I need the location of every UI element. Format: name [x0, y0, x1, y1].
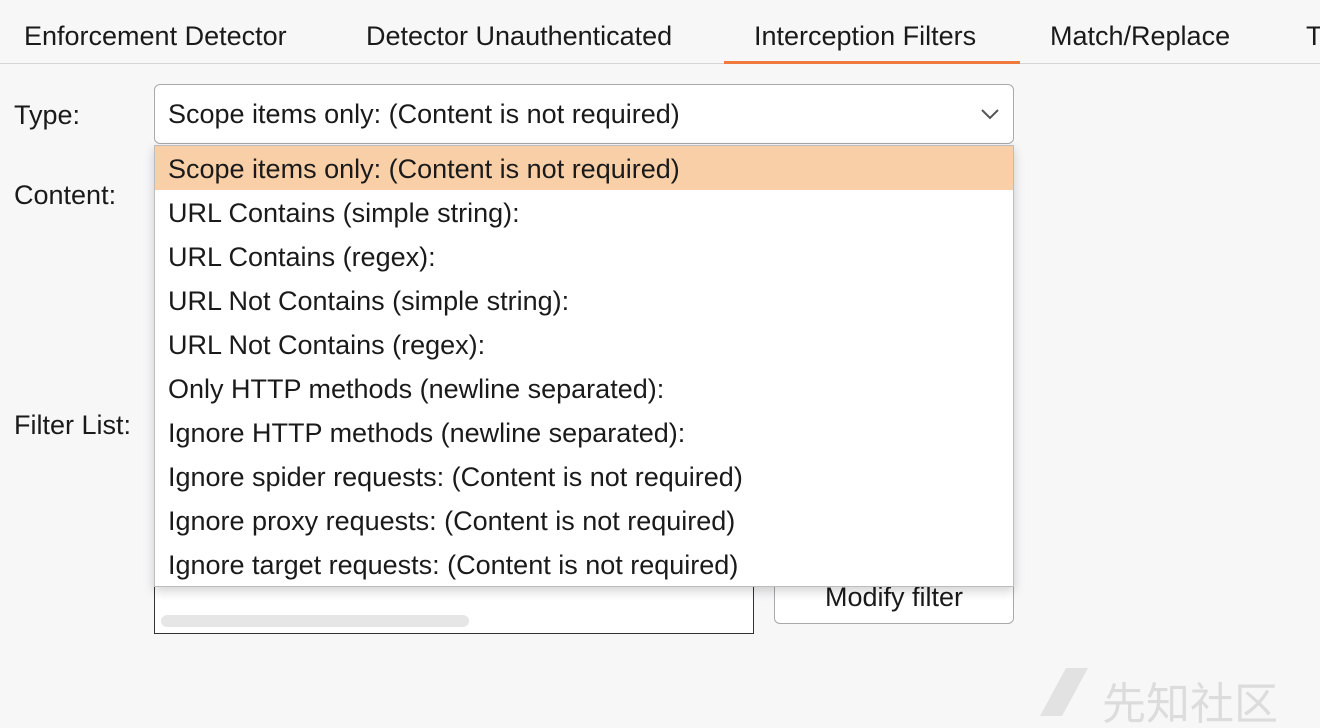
type-label: Type: [14, 100, 81, 130]
type-select-value: Scope items only: (Content is not requir… [168, 99, 680, 129]
watermark: 先知社区 [1036, 664, 1306, 728]
type-option-ignore-http-methods[interactable]: Ignore HTTP methods (newline separated): [155, 410, 1013, 454]
type-option-url-contains-simple[interactable]: URL Contains (simple string): [155, 190, 1013, 234]
type-option-ignore-proxy-requests[interactable]: Ignore proxy requests: (Content is not r… [155, 498, 1013, 542]
tab-match-replace[interactable]: Match/Replace [1050, 0, 1230, 64]
watermark-logo-icon [1040, 668, 1088, 716]
type-option-url-contains-regex[interactable]: URL Contains (regex): [155, 234, 1013, 278]
tab-interception-filters[interactable]: Interception Filters [724, 0, 1020, 64]
type-option-url-not-contains-simple[interactable]: URL Not Contains (simple string): [155, 278, 1013, 322]
type-option-only-http-methods[interactable]: Only HTTP methods (newline separated): [155, 366, 1013, 410]
horizontal-scrollbar[interactable] [161, 615, 469, 627]
type-option-url-not-contains-regex[interactable]: URL Not Contains (regex): [155, 322, 1013, 366]
type-dropdown-menu: Scope items only: (Content is not requir… [154, 145, 1014, 587]
tab-truncated[interactable]: T [1306, 0, 1320, 64]
tab-enforcement-detector[interactable]: Enforcement Detector [24, 0, 287, 64]
filter-list-label: Filter List: [14, 410, 132, 440]
tab-detector-unauthenticated[interactable]: Detector Unauthenticated [366, 0, 672, 64]
chevron-down-icon [981, 109, 999, 120]
type-option-ignore-spider-requests[interactable]: Ignore spider requests: (Content is not … [155, 454, 1013, 498]
type-select[interactable]: Scope items only: (Content is not requir… [154, 84, 1014, 144]
tab-bar: Enforcement Detector Detector Unauthenti… [0, 0, 1320, 64]
type-option-scope-items-only[interactable]: Scope items only: (Content is not requir… [155, 146, 1013, 190]
type-option-ignore-target-requests[interactable]: Ignore target requests: (Content is not … [155, 542, 1013, 586]
content-label: Content: [14, 180, 117, 210]
watermark-text: 先知社区 [1102, 679, 1278, 728]
